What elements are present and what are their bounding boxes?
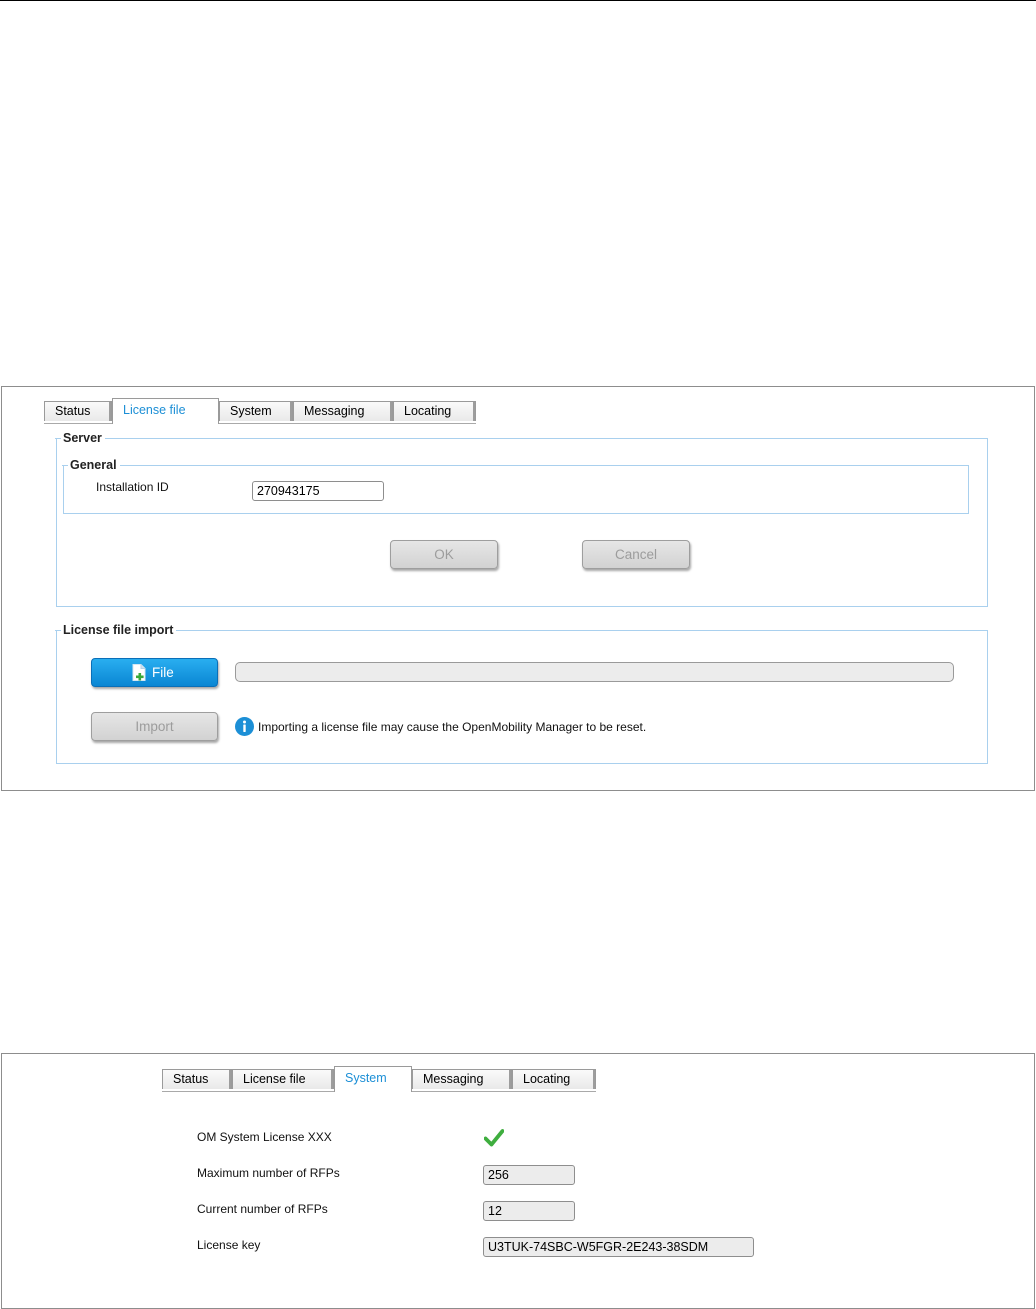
installation-id-field[interactable]: 270943175 <box>252 481 384 501</box>
license-import-fieldset: License file import File Import Importin… <box>54 622 988 764</box>
import-button[interactable]: Import <box>91 712 218 741</box>
current-rfps-field: 12 <box>483 1201 575 1221</box>
file-button-label: File <box>152 665 174 680</box>
file-add-icon <box>132 664 146 681</box>
license-file-panel: Status License file System Messaging Loc… <box>1 386 1035 791</box>
max-rfps-label: Maximum number of RFPs <box>197 1166 340 1180</box>
tab-locating[interactable]: Locating <box>393 401 476 421</box>
import-info-text: Importing a license file may cause the O… <box>258 720 647 734</box>
tab-system[interactable]: System <box>219 401 293 421</box>
max-rfps-field: 256 <box>483 1165 575 1185</box>
tab-license-file[interactable]: License file <box>232 1069 334 1089</box>
tab-locating[interactable]: Locating <box>512 1069 596 1089</box>
file-path-progress <box>235 662 954 682</box>
system-panel: Status License file System Messaging Loc… <box>1 1053 1035 1309</box>
tab-status[interactable]: Status <box>162 1069 232 1089</box>
server-fieldset: Server General Installation ID 270943175… <box>55 430 988 607</box>
tab-status[interactable]: Status <box>44 401 112 421</box>
license-import-legend: License file import <box>54 622 177 638</box>
tab-bar: Status License file System Messaging Loc… <box>162 1066 596 1092</box>
tab-messaging[interactable]: Messaging <box>293 401 393 421</box>
installation-id-label: Installation ID <box>96 480 169 494</box>
tab-messaging[interactable]: Messaging <box>412 1069 512 1089</box>
checkmark-icon <box>484 1129 504 1147</box>
license-key-label: License key <box>197 1238 261 1252</box>
general-legend: General <box>62 457 120 473</box>
file-button[interactable]: File <box>91 658 218 687</box>
general-fieldset: General Installation ID 270943175 <box>62 457 969 514</box>
server-legend: Server <box>55 430 105 446</box>
current-rfps-label: Current number of RFPs <box>197 1202 328 1216</box>
cancel-button[interactable]: Cancel <box>582 540 690 569</box>
om-system-license-label: OM System License XXX <box>197 1130 332 1144</box>
info-icon <box>235 717 254 736</box>
tab-license-file[interactable]: License file <box>112 398 219 424</box>
ok-button[interactable]: OK <box>390 540 498 569</box>
license-key-field: U3TUK-74SBC-W5FGR-2E243-38SDM <box>483 1237 754 1257</box>
tab-system[interactable]: System <box>334 1066 412 1092</box>
top-rule <box>0 0 1036 1</box>
tab-bar: Status License file System Messaging Loc… <box>44 398 476 424</box>
